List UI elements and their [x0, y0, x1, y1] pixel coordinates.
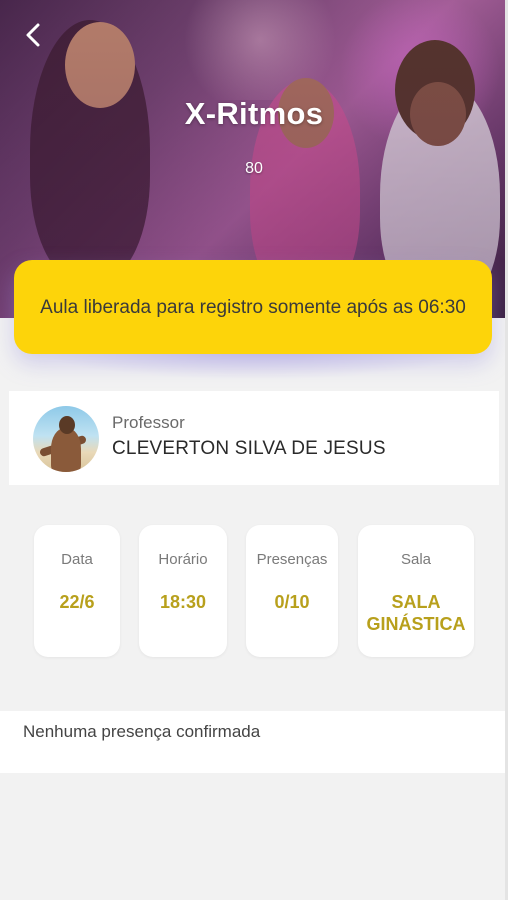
class-title: X-Ritmos	[184, 96, 324, 131]
stat-card-room: Sala SALA GINÁSTICA	[358, 525, 474, 657]
stat-value: 22/6	[59, 592, 95, 612]
stat-card-date: Data 22/6	[34, 525, 120, 657]
chevron-left-icon	[26, 23, 40, 47]
attendance-empty-state: Nenhuma presença confirmada	[0, 711, 505, 773]
stat-label: Presenças	[256, 551, 328, 568]
professor-name: CLEVERTON SILVA DE JESUS	[112, 438, 386, 459]
stat-card-time: Horário 18:30	[139, 525, 227, 657]
stat-card-attendance: Presenças 0/10	[246, 525, 338, 657]
professor-avatar	[33, 406, 99, 472]
attendance-empty-text: Nenhuma presença confirmada	[23, 722, 261, 741]
stat-value: SALA GINÁSTICA	[366, 592, 466, 634]
professor-card: Professor CLEVERTON SILVA DE JESUS	[9, 391, 499, 485]
back-button[interactable]	[22, 22, 50, 50]
stat-value: 0/10	[274, 592, 310, 612]
professor-label: Professor	[112, 413, 185, 432]
registration-notice-banner: Aula liberada para registro somente após…	[14, 260, 492, 354]
stat-label: Sala	[400, 551, 432, 568]
stat-label: Horário	[158, 551, 208, 568]
stat-value: 18:30	[159, 592, 207, 612]
registration-notice-text: Aula liberada para registro somente após…	[40, 296, 466, 318]
class-subtitle: 80	[245, 160, 263, 177]
stat-label: Data	[61, 551, 93, 568]
